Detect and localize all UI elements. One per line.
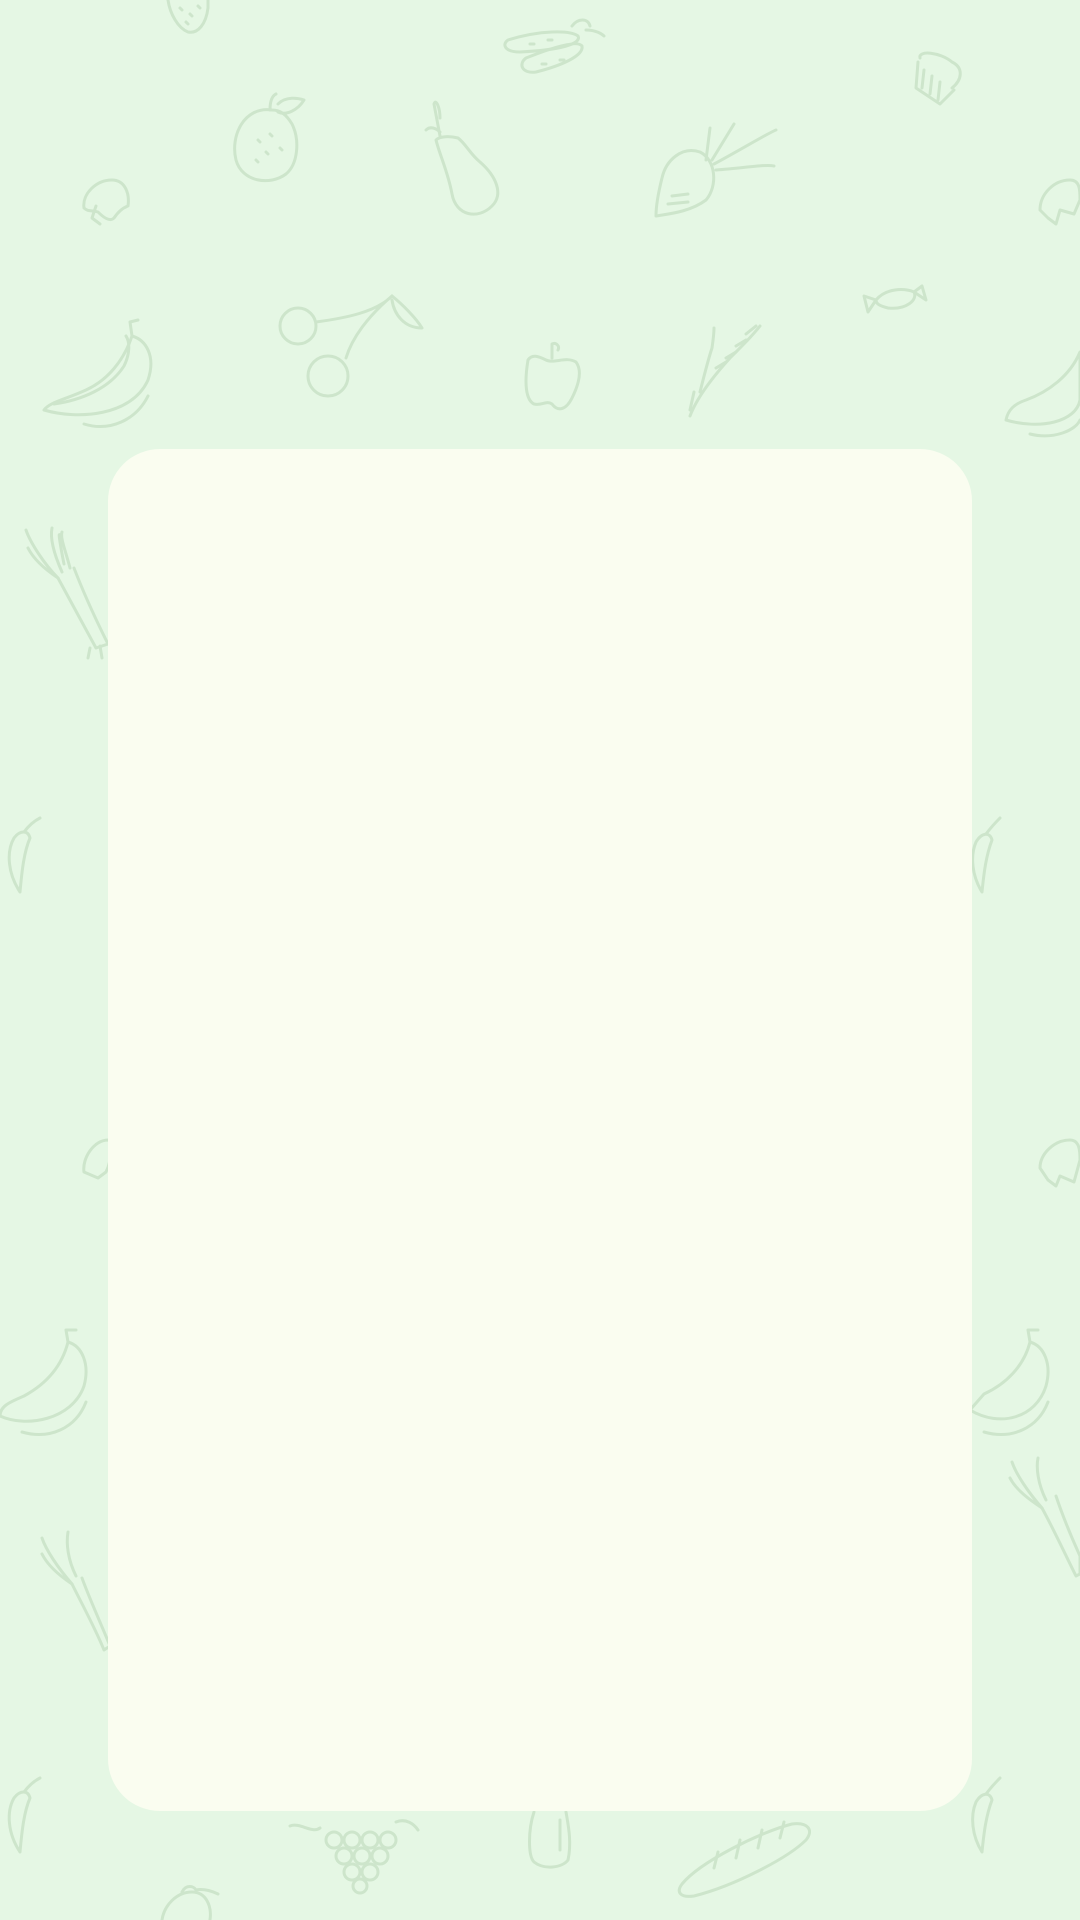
candy-icon <box>862 284 928 314</box>
banana-icon <box>42 318 153 428</box>
strawberry-icon <box>160 1885 220 1920</box>
cherry-icon <box>278 294 424 398</box>
orange-icon <box>233 92 306 183</box>
grapes-icon <box>288 1819 420 1895</box>
chili-icon <box>7 816 42 894</box>
leek-icon <box>1008 1456 1080 1578</box>
pear-icon <box>424 100 500 216</box>
cupcake-icon <box>914 51 962 106</box>
baguette-icon <box>677 1820 811 1898</box>
leek-icon <box>24 526 110 660</box>
chili-icon <box>7 1776 42 1854</box>
mushroom-icon <box>1038 1138 1080 1188</box>
cucumber-icon <box>503 18 606 74</box>
chili-icon <box>971 816 1002 894</box>
beet-icon <box>654 122 778 218</box>
mushroom-icon <box>1038 178 1080 226</box>
bell-pepper-icon <box>524 342 581 411</box>
wheat-icon <box>688 324 762 418</box>
app-screen <box>0 0 1080 1920</box>
strawberry-icon <box>166 0 210 34</box>
leek-icon <box>40 1530 112 1652</box>
eggplant-icon <box>528 1810 572 1869</box>
banana-icon <box>0 1328 88 1436</box>
banana-icon <box>968 1328 1050 1436</box>
banana-icon <box>1004 350 1080 438</box>
chili-icon <box>971 1776 1002 1854</box>
mushroom-icon <box>82 1138 113 1180</box>
content-card <box>108 449 972 1811</box>
mushroom-icon <box>82 178 130 226</box>
